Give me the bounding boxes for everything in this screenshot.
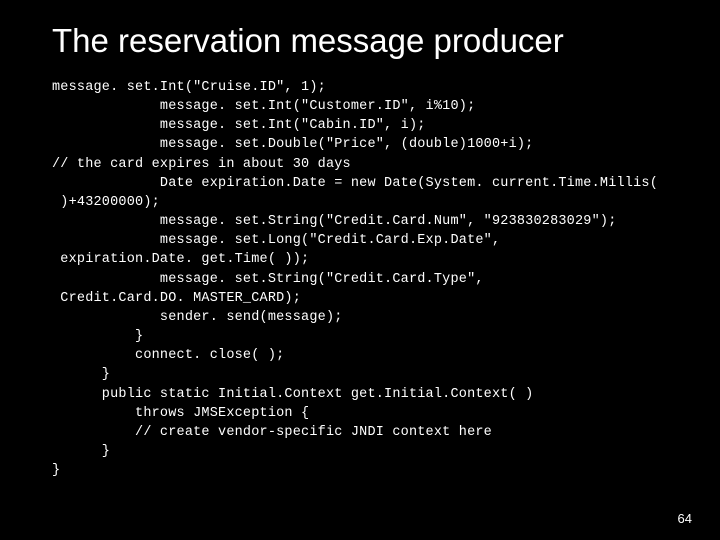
slide-title: The reservation message producer	[52, 22, 680, 60]
code-block: message. set.Int("Cruise.ID", 1); messag…	[52, 78, 680, 480]
slide: The reservation message producer message…	[0, 0, 720, 540]
page-number: 64	[678, 511, 692, 526]
